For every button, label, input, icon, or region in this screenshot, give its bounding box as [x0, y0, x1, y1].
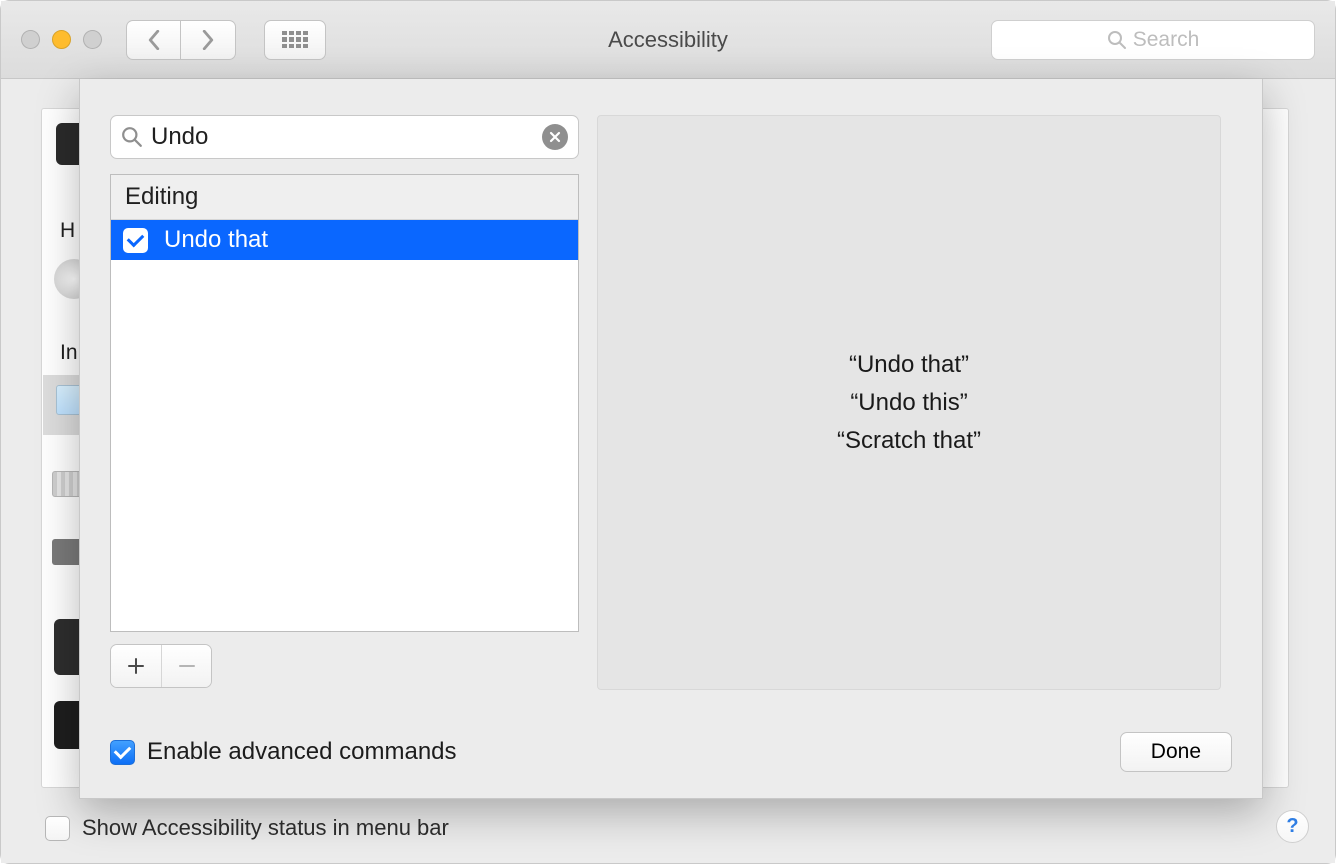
preview-line: “Undo that” — [849, 346, 969, 384]
plus-icon — [127, 657, 145, 675]
preview-line: “Scratch that” — [837, 422, 981, 460]
command-label: Undo that — [164, 226, 268, 254]
chevron-left-icon — [147, 30, 161, 50]
command-row-undo-that[interactable]: Undo that — [111, 220, 578, 260]
zoom-window-button[interactable] — [83, 30, 102, 49]
enable-advanced-label: Enable advanced commands — [147, 738, 457, 766]
show-all-button[interactable] — [264, 20, 326, 60]
close-window-button[interactable] — [21, 30, 40, 49]
clear-search-button[interactable] — [542, 124, 568, 150]
sidebar-label-h: H — [60, 219, 75, 243]
help-button[interactable]: ? — [1276, 810, 1309, 843]
titlebar: Accessibility Search — [1, 1, 1335, 79]
toolbar-search[interactable]: Search — [991, 20, 1315, 60]
body-area: H In Editing Undo that — [1, 79, 1335, 863]
footer-row: Show Accessibility status in menu bar — [45, 815, 449, 841]
search-icon — [121, 126, 143, 148]
done-button[interactable]: Done — [1120, 732, 1232, 772]
show-status-label: Show Accessibility status in menu bar — [82, 815, 449, 841]
remove-command-button[interactable] — [161, 645, 211, 687]
command-preview: “Undo that” “Undo this” “Scratch that” — [597, 115, 1221, 690]
sheet-search-field[interactable] — [110, 115, 579, 159]
show-status-checkbox[interactable] — [45, 816, 70, 841]
traffic-lights — [21, 30, 102, 49]
question-icon: ? — [1286, 815, 1298, 838]
search-icon — [1107, 30, 1127, 50]
done-label: Done — [1151, 740, 1201, 764]
window-root: Accessibility Search H In — [0, 0, 1336, 864]
enable-advanced-checkbox[interactable] — [110, 740, 135, 765]
toolbar-search-placeholder: Search — [1133, 28, 1200, 52]
commands-sheet: Editing Undo that “Undo that” “Undo this… — [79, 79, 1263, 799]
forward-button[interactable] — [181, 20, 236, 60]
add-command-button[interactable] — [111, 645, 161, 687]
preview-line: “Undo this” — [850, 384, 967, 422]
grid-icon — [282, 31, 308, 49]
sheet-search-input[interactable] — [149, 122, 542, 152]
sheet-bottom-row: Enable advanced commands Done — [110, 732, 1232, 772]
x-icon — [549, 131, 561, 143]
add-remove-controls — [110, 644, 212, 688]
chevron-right-icon — [201, 30, 215, 50]
sidebar-label-in: In — [60, 341, 78, 365]
minimize-window-button[interactable] — [52, 30, 71, 49]
nav-back-forward — [126, 20, 236, 60]
commands-section-header: Editing — [111, 175, 578, 220]
command-checkbox[interactable] — [123, 228, 148, 253]
commands-list[interactable]: Editing Undo that — [110, 174, 579, 632]
back-button[interactable] — [126, 20, 181, 60]
minus-icon — [178, 657, 196, 675]
